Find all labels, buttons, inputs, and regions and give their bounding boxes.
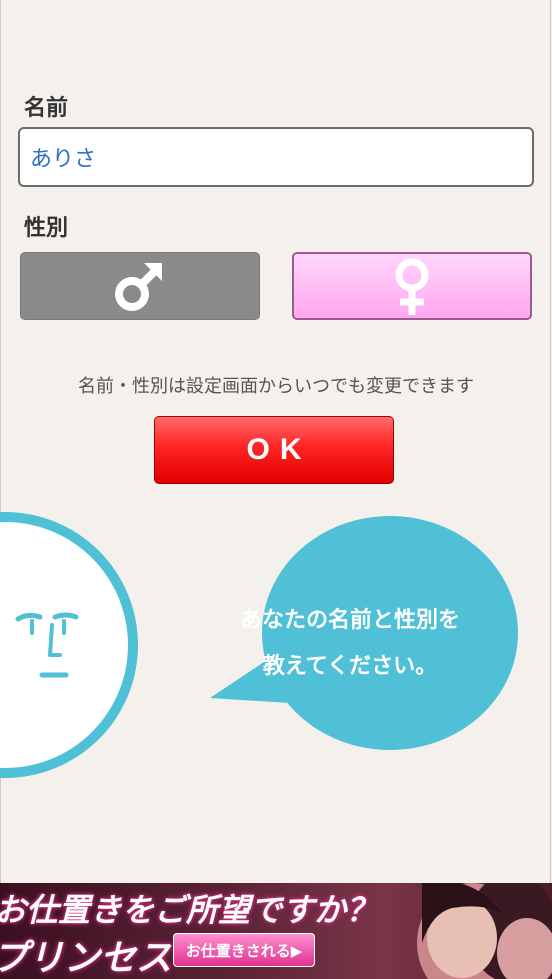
female-symbol-icon — [395, 258, 429, 315]
male-symbol-icon — [115, 263, 162, 311]
face-illustration — [0, 512, 138, 778]
name-label: 名前 — [24, 96, 69, 121]
male-button[interactable] — [20, 252, 260, 320]
ad-title: プリンセス — [0, 937, 173, 979]
bubble-text-line1: あなたの名前と性別を — [239, 608, 460, 633]
ad-cta-button[interactable]: お仕置きされる▶ — [173, 933, 315, 967]
bubble-text-line2: 教えてください。 — [262, 654, 438, 679]
female-button[interactable] — [292, 252, 532, 320]
ad-headline: お仕置きをご所望ですか？ — [0, 891, 379, 929]
speech-bubble — [210, 516, 518, 750]
ok-button[interactable]: OK — [154, 416, 394, 484]
gender-label: 性別 — [24, 216, 69, 241]
settings-notice: 名前・性別は設定画面からいつでも変更できます — [78, 376, 474, 397]
name-input[interactable] — [18, 127, 534, 187]
ad-character-image — [417, 883, 552, 979]
